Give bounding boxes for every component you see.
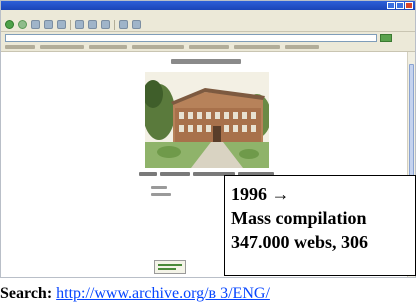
source-label: Search:: [0, 285, 53, 302]
address-bar: [1, 32, 415, 43]
minimize-icon[interactable]: [387, 2, 395, 9]
search-icon[interactable]: [75, 20, 84, 29]
page-footer: [173, 277, 233, 278]
toolbar: [1, 18, 415, 32]
links-item[interactable]: [89, 45, 127, 49]
toolbar-separator: [114, 19, 115, 30]
history-icon[interactable]: [101, 20, 110, 29]
links-item[interactable]: [285, 45, 319, 49]
callout-count: 347.000 webs, 306: [231, 232, 369, 252]
links-item[interactable]: [132, 45, 184, 49]
callout-description: Mass compilation: [231, 208, 367, 228]
favorites-icon[interactable]: [88, 20, 97, 29]
info-line: [158, 264, 182, 266]
go-icon[interactable]: [380, 33, 392, 42]
maximize-icon[interactable]: [396, 2, 404, 9]
callout-year: 1996 →: [231, 184, 290, 204]
forward-icon[interactable]: [18, 20, 27, 29]
page-link[interactable]: [151, 193, 171, 196]
close-icon[interactable]: [405, 2, 413, 9]
annotation-callout: 1996 → Mass compilation 347.000 webs, 30…: [224, 175, 416, 276]
toolbar-separator: [70, 19, 71, 30]
links-item[interactable]: [40, 45, 84, 49]
links-bar: [1, 43, 415, 52]
campus-building-photo: [145, 72, 269, 168]
window-controls: [387, 2, 413, 9]
stop-icon[interactable]: [31, 20, 40, 29]
links-item[interactable]: [234, 45, 280, 49]
info-box: [154, 260, 186, 274]
back-icon[interactable]: [5, 20, 14, 29]
source-citation: Search: http://www.archive.org/в 3/ENG/: [0, 282, 270, 305]
links-item[interactable]: [5, 45, 35, 49]
home-icon[interactable]: [57, 20, 66, 29]
address-input[interactable]: [5, 33, 377, 42]
refresh-icon[interactable]: [44, 20, 53, 29]
caption-word: [160, 172, 190, 176]
menu-bar: [1, 10, 415, 18]
print-icon[interactable]: [132, 20, 141, 29]
caption-word: [139, 172, 157, 176]
window-titlebar: [1, 1, 415, 10]
source-link[interactable]: http://www.archive.org/в 3/ENG/: [56, 285, 270, 302]
page-heading: [171, 59, 241, 64]
page-link[interactable]: [151, 186, 167, 189]
mail-icon[interactable]: [119, 20, 128, 29]
info-line: [158, 268, 176, 270]
page-links: [151, 186, 171, 196]
links-item[interactable]: [189, 45, 229, 49]
